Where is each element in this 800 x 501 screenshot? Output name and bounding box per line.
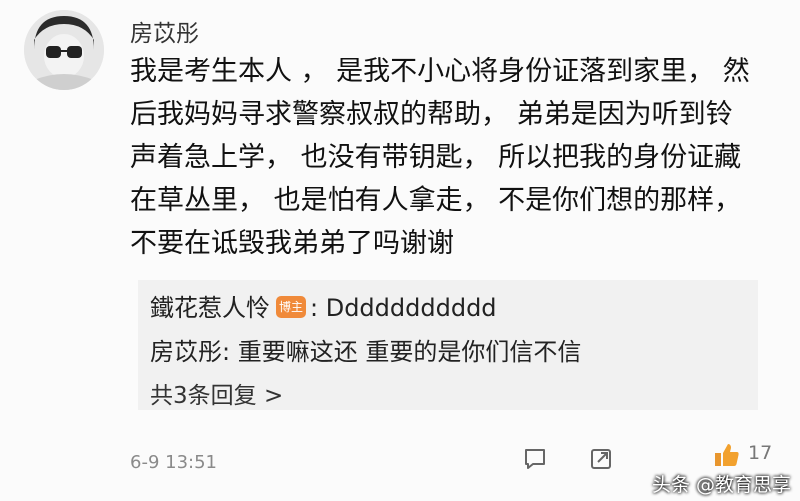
comment-line: 声着急上学， 也没有带钥匙， 所以把我的身份证藏 bbox=[130, 142, 742, 173]
reply-author-name[interactable]: 房苡彤 bbox=[150, 338, 222, 366]
share-icon bbox=[591, 449, 611, 469]
reply-text: : 重要嘛这还 重要的是你们信不信 bbox=[222, 338, 582, 366]
share-button[interactable] bbox=[588, 446, 614, 476]
view-all-replies-link[interactable]: 共3条回复 > bbox=[150, 376, 283, 410]
thumbs-up-icon bbox=[715, 444, 739, 466]
reply-item[interactable]: 鐵花惹人怜 博主: Ddddddddddd bbox=[150, 288, 497, 323]
like-count: 17 bbox=[748, 442, 773, 464]
reply-author-name[interactable]: 鐵花惹人怜 bbox=[150, 294, 270, 322]
watermark: 头条 @教育思享 bbox=[652, 474, 792, 496]
reply-thread: 鐵花惹人怜 博主: Ddddddddddd 房苡彤: 重要嘛这还 重要的是你们信不… bbox=[138, 280, 758, 410]
comment-line: 不要在诋毁我弟弟了吗谢谢 bbox=[130, 228, 454, 259]
reply-button[interactable] bbox=[522, 446, 548, 476]
avatar-image bbox=[24, 10, 104, 90]
reply-text: : Ddddddddddd bbox=[310, 294, 497, 322]
comment-line: 我是考生本人 ， 是我不小心将身份证落到家里， 然 bbox=[130, 56, 750, 87]
author-badge: 博主 bbox=[276, 296, 306, 318]
reply-item[interactable]: 房苡彤: 重要嘛这还 重要的是你们信不信 bbox=[150, 332, 581, 367]
comment-text: 我是考生本人 ， 是我不小心将身份证落到家里， 然 后我妈妈寻求警察叔叔的帮助，… bbox=[130, 50, 770, 265]
avatar[interactable] bbox=[24, 10, 104, 90]
speech-bubble-icon bbox=[525, 449, 545, 469]
comment-line: 后我妈妈寻求警察叔叔的帮助， 弟弟是因为听到铃 bbox=[130, 99, 733, 130]
comment-author-name[interactable]: 房苡彤 bbox=[130, 14, 199, 48]
comment-timestamp: 6-9 13:51 bbox=[130, 452, 217, 473]
comment-line: 在草丛里， 也是怕有人拿走， 不是你们想的那样， bbox=[130, 185, 742, 216]
like-button[interactable] bbox=[712, 440, 742, 474]
